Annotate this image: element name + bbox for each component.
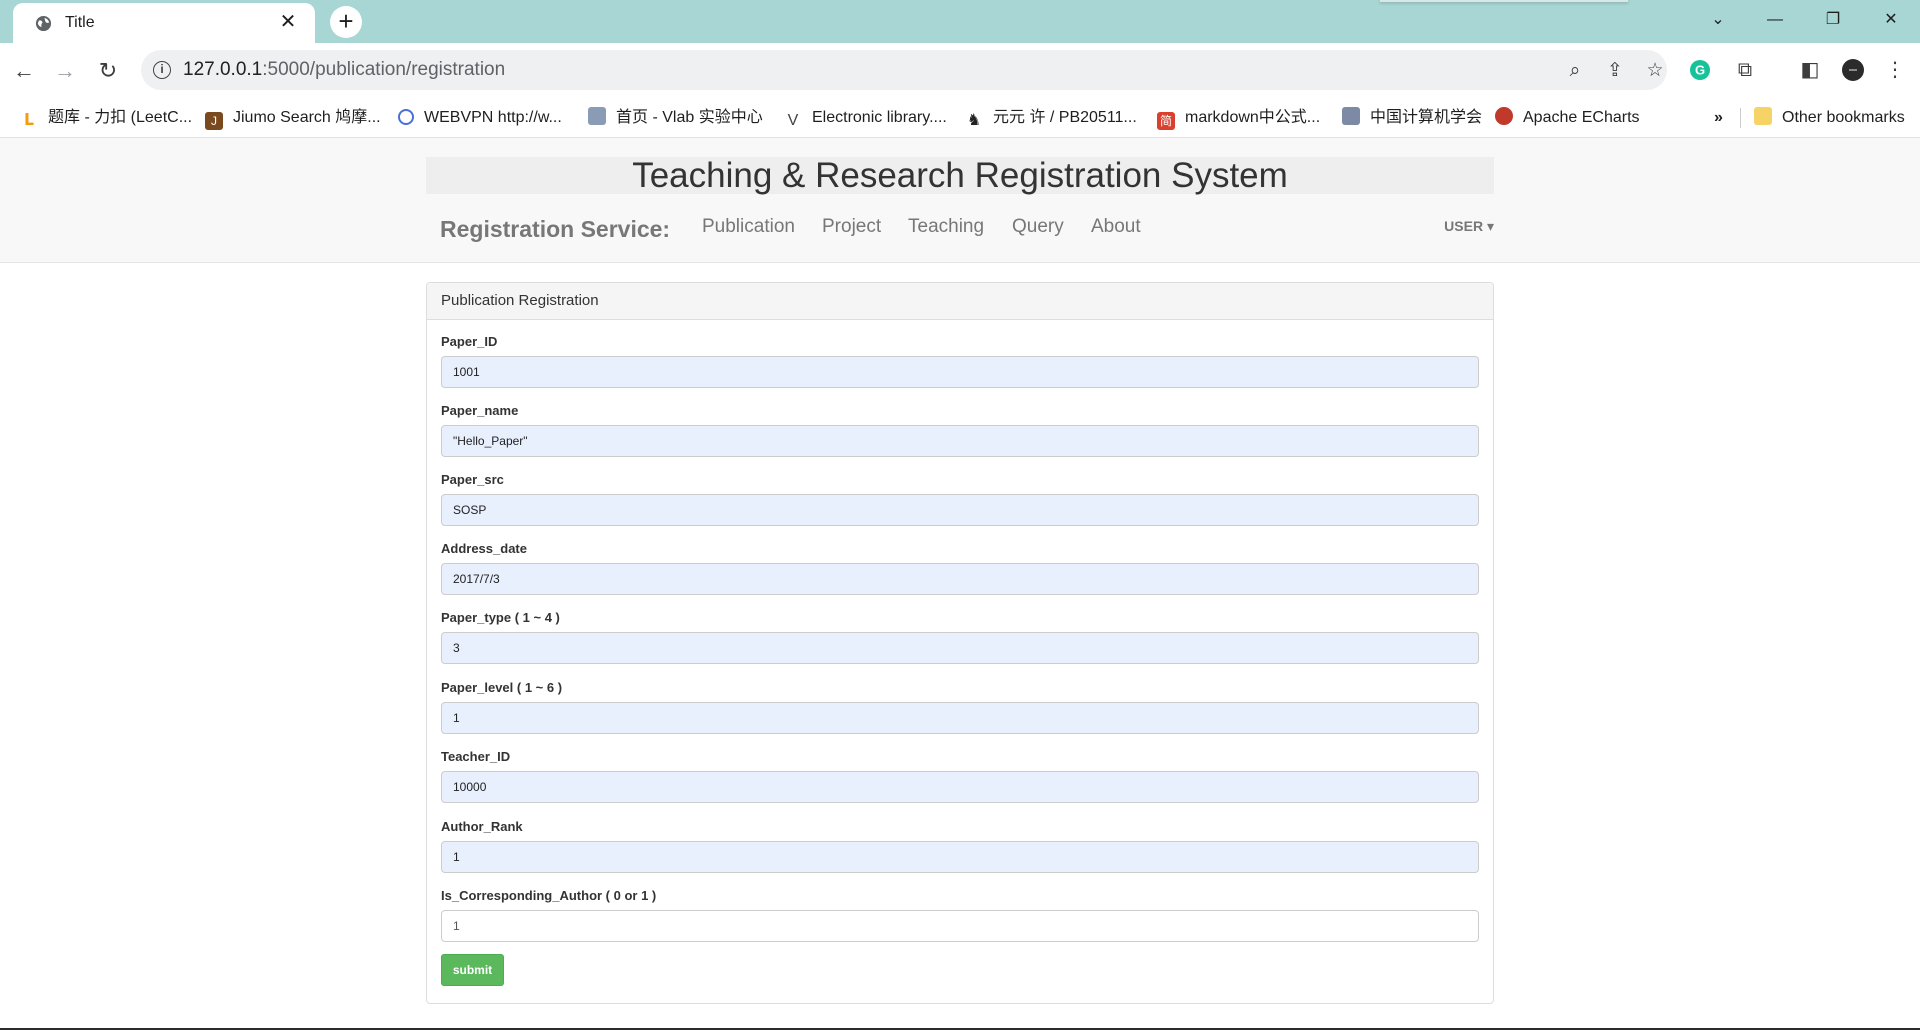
close-window-icon[interactable]: ✕ (1868, 4, 1914, 36)
main-navbar: Registration Service: Publication Projec… (426, 208, 1494, 248)
paper-type-label: Paper_type ( 1 ~ 4 ) (441, 610, 560, 625)
share-icon[interactable]: ⇪ (1603, 59, 1627, 83)
bookmark-item[interactable]: ♞ 元元 许 / PB20511... (965, 107, 1137, 129)
jiumo-icon: J (205, 112, 223, 130)
side-panel-icon[interactable]: ◧ (1795, 55, 1825, 85)
address-date-input[interactable] (441, 563, 1479, 595)
bookmark-item[interactable]: 简 markdown中公式... (1157, 107, 1320, 130)
nav-about[interactable]: About (1091, 216, 1141, 238)
bookmarks-overflow-button[interactable]: » (1714, 107, 1723, 129)
tab-title: Title (65, 14, 95, 31)
menu-kebab-icon[interactable]: ⋮ (1880, 55, 1910, 85)
top-overlay-hint (1380, 0, 1628, 2)
bookmark-item[interactable]: Apache ECharts (1495, 107, 1640, 129)
profile-avatar-icon[interactable] (1838, 55, 1868, 85)
site-title: Teaching & Research Registration System (426, 157, 1494, 194)
folder-icon (1754, 107, 1772, 125)
panel-heading: Publication Registration (427, 283, 1493, 320)
bookmarks-divider (1740, 108, 1741, 128)
nav-publication[interactable]: Publication (702, 216, 795, 238)
submit-button[interactable]: submit (441, 954, 504, 986)
nav-teaching[interactable]: Teaching (908, 216, 984, 238)
paper-src-label: Paper_src (441, 472, 504, 487)
echarts-icon (1495, 107, 1513, 125)
paper-name-input[interactable] (441, 425, 1479, 457)
nav-query[interactable]: Query (1012, 216, 1064, 238)
panel-title: Publication Registration (441, 292, 599, 309)
webvpn-icon (398, 109, 414, 125)
bookmark-item[interactable]: V Electronic library.... (784, 107, 947, 129)
page-viewport: Teaching & Research Registration System … (0, 138, 1920, 1030)
tab-search-chevron-icon[interactable]: ⌄ (1695, 4, 1741, 36)
extensions-puzzle-icon[interactable]: ⧉ (1730, 55, 1760, 85)
other-bookmarks-folder[interactable]: Other bookmarks (1754, 107, 1905, 129)
grammarly-icon[interactable]: G (1685, 55, 1715, 85)
bookmarks-bar: ᒪ 题库 - 力扣 (LeetC... J Jiumo Search 鸠摩... W… (0, 98, 1920, 138)
restore-icon[interactable]: ❐ (1810, 4, 1856, 36)
site-header: Teaching & Research Registration System … (0, 138, 1920, 263)
bookmark-item[interactable]: 中国计算机学会 (1342, 107, 1482, 129)
forward-arrow-icon[interactable]: → (51, 57, 79, 85)
paper-src-input[interactable] (441, 494, 1479, 526)
paper-level-label: Paper_level ( 1 ~ 6 ) (441, 680, 563, 695)
author-rank-input[interactable] (441, 841, 1479, 873)
url-text[interactable]: 127.0.0.1:5000/publication/registration (183, 59, 505, 81)
svg-text:G: G (1695, 63, 1705, 78)
jian-icon: 简 (1157, 112, 1175, 130)
corresponding-author-label: Is_Corresponding_Author ( 0 or 1 ) (441, 888, 657, 903)
zoom-icon[interactable]: ⌕ (1563, 59, 1587, 83)
back-arrow-icon[interactable]: ← (10, 57, 38, 85)
leetcode-icon: ᒪ (23, 112, 35, 129)
user-dropdown[interactable]: USER ▾ (1444, 218, 1494, 235)
corresponding-author-input[interactable] (441, 910, 1479, 942)
elibrary-icon: V (787, 112, 799, 129)
paper-level-input[interactable] (441, 702, 1479, 734)
teacher-id-label: Teacher_ID (441, 749, 511, 764)
paper-type-input[interactable] (441, 632, 1479, 664)
navbar-brand[interactable]: Registration Service: (440, 216, 670, 243)
minimize-icon[interactable]: — (1752, 4, 1798, 36)
browser-toolbar: ← → ↻ i 127.0.0.1:5000/publication/regis… (0, 43, 1920, 98)
bookmark-item[interactable]: J Jiumo Search 鸠摩... (205, 107, 381, 130)
vlab-icon (588, 107, 606, 125)
author-rank-label: Author_Rank (441, 819, 523, 834)
browser-tab[interactable]: Title ✕ (13, 3, 315, 43)
bookmark-item[interactable]: 首页 - Vlab 实验中心 (588, 107, 763, 129)
address-bar[interactable]: i 127.0.0.1:5000/publication/registratio… (141, 50, 1667, 90)
globe-icon (35, 15, 52, 32)
bookmark-star-icon[interactable]: ☆ (1643, 59, 1667, 83)
reload-icon[interactable]: ↻ (94, 57, 122, 85)
paper-name-label: Paper_name (441, 403, 519, 418)
bookmark-item[interactable]: ᒪ 题库 - 力扣 (LeetC... (20, 107, 192, 129)
paper-id-label: Paper_ID (441, 334, 498, 349)
close-tab-icon[interactable]: ✕ (277, 11, 299, 33)
address-date-label: Address_date (441, 541, 527, 556)
nav-project[interactable]: Project (822, 216, 881, 238)
paper-id-input[interactable] (441, 356, 1479, 388)
bookmark-item[interactable]: WEBVPN http://w... (398, 107, 562, 129)
new-tab-button[interactable]: + (330, 6, 362, 38)
tab-strip: Title ✕ + ⌄ — ❐ ✕ (0, 0, 1920, 43)
site-info-icon[interactable]: i (153, 61, 171, 79)
gitlab-fox-icon: ♞ (966, 112, 982, 129)
registration-panel: Publication Registration Paper_ID Paper_… (426, 282, 1494, 1004)
ccf-icon (1342, 107, 1360, 125)
teacher-id-input[interactable] (441, 771, 1479, 803)
